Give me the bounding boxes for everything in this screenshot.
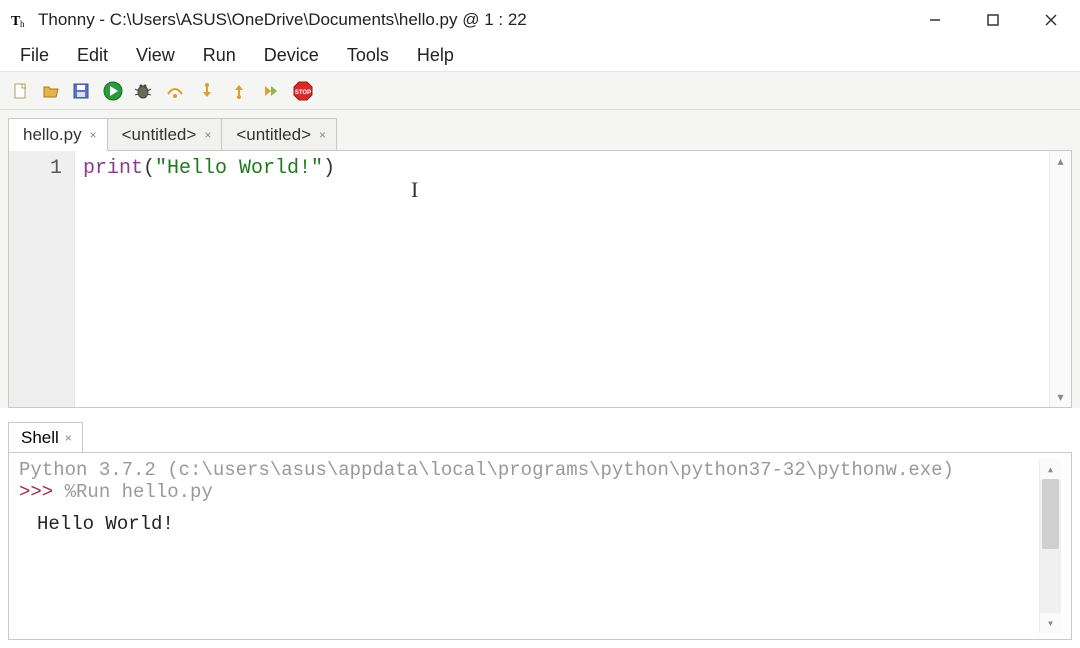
close-icon[interactable]: × — [65, 431, 72, 445]
tab-label: <untitled> — [236, 125, 311, 145]
editor-tabs: hello.py × <untitled> × <untitled> × — [8, 118, 1072, 151]
scroll-thumb[interactable] — [1042, 479, 1059, 549]
code-area[interactable]: print("Hello World!") — [75, 151, 1049, 407]
svg-text:STOP: STOP — [295, 90, 311, 96]
close-icon[interactable]: × — [204, 128, 211, 142]
open-file-button[interactable] — [40, 80, 62, 102]
svg-text:h: h — [20, 19, 25, 29]
shell-region: Shell × Python 3.7.2 (c:\users\asus\appd… — [8, 422, 1072, 640]
shell-scrollbar[interactable]: ▴ ▾ — [1039, 459, 1061, 633]
titlebar: T h Thonny - C:\Users\ASUS\OneDrive\Docu… — [0, 0, 1080, 40]
close-button[interactable] — [1022, 0, 1080, 40]
code-editor[interactable]: 1 print("Hello World!") ▴ ▾ — [8, 150, 1072, 408]
run-button[interactable] — [102, 80, 124, 102]
tab-label: <untitled> — [122, 125, 197, 145]
scroll-up-icon[interactable]: ▴ — [1050, 151, 1071, 171]
maximize-button[interactable] — [964, 0, 1022, 40]
menu-edit[interactable]: Edit — [63, 41, 122, 70]
scroll-down-icon[interactable]: ▾ — [1040, 613, 1061, 633]
close-icon[interactable]: × — [90, 128, 97, 142]
shell-tab-label: Shell — [21, 428, 59, 448]
tab-label: hello.py — [23, 125, 82, 145]
new-file-button[interactable] — [10, 80, 32, 102]
scroll-down-icon[interactable]: ▾ — [1050, 387, 1071, 407]
step-over-button[interactable] — [164, 80, 186, 102]
line-gutter: 1 — [9, 151, 75, 407]
menu-tools[interactable]: Tools — [333, 41, 403, 70]
shell-text[interactable]: Python 3.7.2 (c:\users\asus\appdata\loca… — [19, 459, 1039, 633]
tab-untitled-2[interactable]: <untitled> × — [221, 118, 337, 151]
menu-device[interactable]: Device — [250, 41, 333, 70]
scroll-up-icon[interactable]: ▴ — [1040, 459, 1061, 479]
shell-tabs: Shell × — [8, 422, 1072, 453]
code-token-open: ( — [143, 157, 155, 180]
line-number: 1 — [9, 157, 62, 180]
toolbar: STOP — [0, 72, 1080, 110]
shell-tab[interactable]: Shell × — [8, 422, 83, 453]
shell-prompt: >>> — [19, 481, 65, 503]
minimize-button[interactable] — [906, 0, 964, 40]
text-cursor-icon — [415, 181, 416, 203]
code-token-close: ) — [323, 157, 335, 180]
menu-file[interactable]: File — [6, 41, 63, 70]
menu-view[interactable]: View — [122, 41, 189, 70]
code-token-str: "Hello World!" — [155, 157, 323, 180]
tab-hello-py[interactable]: hello.py × — [8, 118, 108, 151]
shell-run-cmd: %Run hello.py — [65, 481, 213, 503]
editor-region: hello.py × <untitled> × <untitled> × 1 p… — [0, 110, 1080, 408]
scroll-track[interactable] — [1040, 479, 1061, 613]
shell-banner: Python 3.7.2 (c:\users\asus\appdata\loca… — [19, 459, 954, 481]
menu-run[interactable]: Run — [189, 41, 250, 70]
close-icon[interactable]: × — [319, 128, 326, 142]
shell-body[interactable]: Python 3.7.2 (c:\users\asus\appdata\loca… — [8, 452, 1072, 640]
window-title: Thonny - C:\Users\ASUS\OneDrive\Document… — [38, 10, 527, 30]
shell-output: Hello World! — [19, 513, 1039, 535]
window-controls — [906, 0, 1080, 40]
tab-untitled-1[interactable]: <untitled> × — [107, 118, 223, 151]
menu-help[interactable]: Help — [403, 41, 468, 70]
code-token-fn: print — [83, 157, 143, 180]
step-out-button[interactable] — [228, 80, 250, 102]
resume-button[interactable] — [260, 80, 282, 102]
save-button[interactable] — [70, 80, 92, 102]
stop-button[interactable]: STOP — [292, 80, 314, 102]
debug-button[interactable] — [132, 80, 154, 102]
editor-scrollbar[interactable]: ▴ ▾ — [1049, 151, 1071, 407]
app-icon: T h — [10, 10, 30, 30]
menubar: File Edit View Run Device Tools Help — [0, 40, 1080, 72]
step-into-button[interactable] — [196, 80, 218, 102]
